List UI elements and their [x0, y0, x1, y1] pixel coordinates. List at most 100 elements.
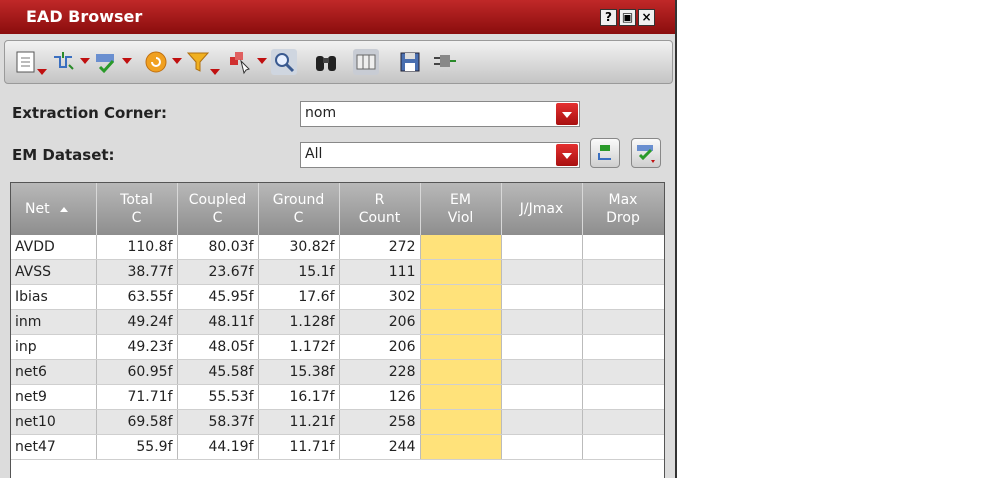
em-dataset-value: All: [305, 146, 323, 162]
chevron-down-icon[interactable]: [172, 58, 182, 64]
column-header-ground-c[interactable]: Ground C: [258, 183, 340, 235]
cell-max-drop: [582, 434, 664, 460]
cell-j-jmax: [501, 284, 583, 310]
cell-em-viol: [420, 359, 502, 385]
cell-coupled-c: 23.67f: [177, 259, 259, 285]
cell-coupled-c: 45.95f: [177, 284, 259, 310]
cell-j-jmax: [501, 384, 583, 410]
net-check-icon: [637, 145, 655, 163]
cell-total-c: 110.8f: [96, 235, 178, 260]
table-row[interactable]: net47 55.9f 44.19f 11.71f 244: [11, 434, 664, 460]
chevron-down-icon[interactable]: [556, 144, 578, 166]
title-bar[interactable]: EAD Browser ? ▣ ×: [0, 0, 675, 34]
window-title: EAD Browser: [26, 7, 143, 26]
column-header-em-viol[interactable]: EM Viol: [420, 183, 502, 235]
column-header-max-drop[interactable]: Max Drop: [582, 183, 664, 235]
chevron-down-icon[interactable]: [122, 58, 132, 64]
table-row[interactable]: AVSS 38.77f 23.67f 15.1f 111: [11, 259, 664, 285]
cell-em-viol: [420, 259, 502, 285]
table-row[interactable]: net10 69.58f 58.37f 11.21f 258: [11, 409, 664, 435]
cell-total-c: 60.95f: [96, 359, 178, 385]
column-header-r-count[interactable]: R Count: [339, 183, 421, 235]
column-header-label: Net: [25, 201, 50, 217]
table-row[interactable]: inp 49.23f 48.05f 1.172f 206: [11, 334, 664, 360]
plug-icon[interactable]: [431, 49, 457, 75]
cell-r-count: 206: [339, 334, 421, 360]
column-header-j-jmax[interactable]: J/Jmax: [501, 183, 583, 235]
chevron-down-icon[interactable]: [80, 58, 90, 64]
cell-total-c: 49.24f: [96, 309, 178, 335]
cell-max-drop: [582, 235, 664, 260]
help-button[interactable]: ?: [600, 9, 617, 26]
cell-j-jmax: [501, 235, 583, 260]
column-header-coupled-c[interactable]: Coupled C: [177, 183, 259, 235]
cell-em-viol: [420, 309, 502, 335]
table-body: AVDD 110.8f 80.03f 30.82f 272 AVSS 38.77f 23.67…: [11, 235, 664, 460]
cell-r-count: 244: [339, 434, 421, 460]
cell-max-drop: [582, 384, 664, 410]
cell-net: net9: [11, 384, 97, 410]
cell-max-drop: [582, 284, 664, 310]
net-check-icon[interactable]: [93, 49, 119, 75]
chevron-down-icon[interactable]: [210, 69, 220, 75]
dataset-check-button[interactable]: [631, 138, 661, 168]
cell-max-drop: [582, 334, 664, 360]
cell-r-count: 228: [339, 359, 421, 385]
nets-table: Net Total C Coupled C Ground C R Count EM Viol J/Jm…: [10, 182, 665, 478]
table-row[interactable]: net6 60.95f 45.58f 15.38f 228: [11, 359, 664, 385]
table-row[interactable]: net9 71.71f 55.53f 16.17f 126: [11, 384, 664, 410]
chevron-down-icon[interactable]: [556, 103, 578, 125]
cell-max-drop: [582, 409, 664, 435]
column-header-sublabel: Viol: [447, 210, 474, 226]
panel-icon[interactable]: [353, 49, 379, 75]
zoom-icon[interactable]: [271, 49, 297, 75]
cell-ground-c: 15.38f: [258, 359, 340, 385]
table-row[interactable]: AVDD 110.8f 80.03f 30.82f 272: [11, 235, 664, 260]
cell-j-jmax: [501, 309, 583, 335]
dataset-import-button[interactable]: [590, 138, 620, 168]
cell-net: AVDD: [11, 235, 97, 260]
table-row[interactable]: Ibias 63.55f 45.95f 17.6f 302: [11, 284, 664, 310]
circuit-icon[interactable]: [51, 49, 77, 75]
cell-max-drop: [582, 359, 664, 385]
extraction-corner-select[interactable]: nom: [300, 101, 580, 127]
table-row[interactable]: inm 49.24f 48.11f 1.128f 206: [11, 309, 664, 335]
column-header-total-c[interactable]: Total C: [96, 183, 178, 235]
cell-net: Ibias: [11, 284, 97, 310]
cell-total-c: 71.71f: [96, 384, 178, 410]
cell-coupled-c: 48.05f: [177, 334, 259, 360]
cell-ground-c: 11.21f: [258, 409, 340, 435]
em-dataset-label: EM Dataset:: [12, 146, 115, 164]
column-header-label: Max: [608, 192, 638, 208]
column-header-sublabel: C: [212, 210, 223, 226]
column-header-label: J/Jmax: [519, 201, 564, 217]
cell-ground-c: 11.71f: [258, 434, 340, 460]
save-icon[interactable]: [397, 49, 423, 75]
cell-coupled-c: 48.11f: [177, 309, 259, 335]
refresh-icon[interactable]: [143, 49, 169, 75]
chevron-down-icon[interactable]: [37, 69, 47, 75]
cell-r-count: 206: [339, 309, 421, 335]
cell-r-count: 272: [339, 235, 421, 260]
filter-icon[interactable]: [185, 49, 211, 75]
probe-icon[interactable]: [227, 49, 253, 75]
close-button[interactable]: ×: [638, 9, 655, 26]
restore-button[interactable]: ▣: [619, 9, 636, 26]
cell-r-count: 302: [339, 284, 421, 310]
cell-j-jmax: [501, 434, 583, 460]
document-icon[interactable]: [13, 49, 39, 75]
chevron-down-icon[interactable]: [257, 58, 267, 64]
binoculars-icon[interactable]: [313, 49, 339, 75]
column-header-sublabel: Drop: [606, 210, 640, 226]
column-header-label: Coupled: [188, 192, 247, 208]
cell-j-jmax: [501, 334, 583, 360]
table-header-row: Net Total C Coupled C Ground C R Count EM Viol J/Jm…: [11, 183, 664, 235]
cell-em-viol: [420, 434, 502, 460]
column-header-sublabel: C: [293, 210, 304, 226]
cell-j-jmax: [501, 409, 583, 435]
cell-total-c: 69.58f: [96, 409, 178, 435]
cell-total-c: 38.77f: [96, 259, 178, 285]
column-header-net[interactable]: Net: [11, 183, 97, 235]
em-dataset-select[interactable]: All: [300, 142, 580, 168]
column-header-label: Ground: [272, 192, 325, 208]
